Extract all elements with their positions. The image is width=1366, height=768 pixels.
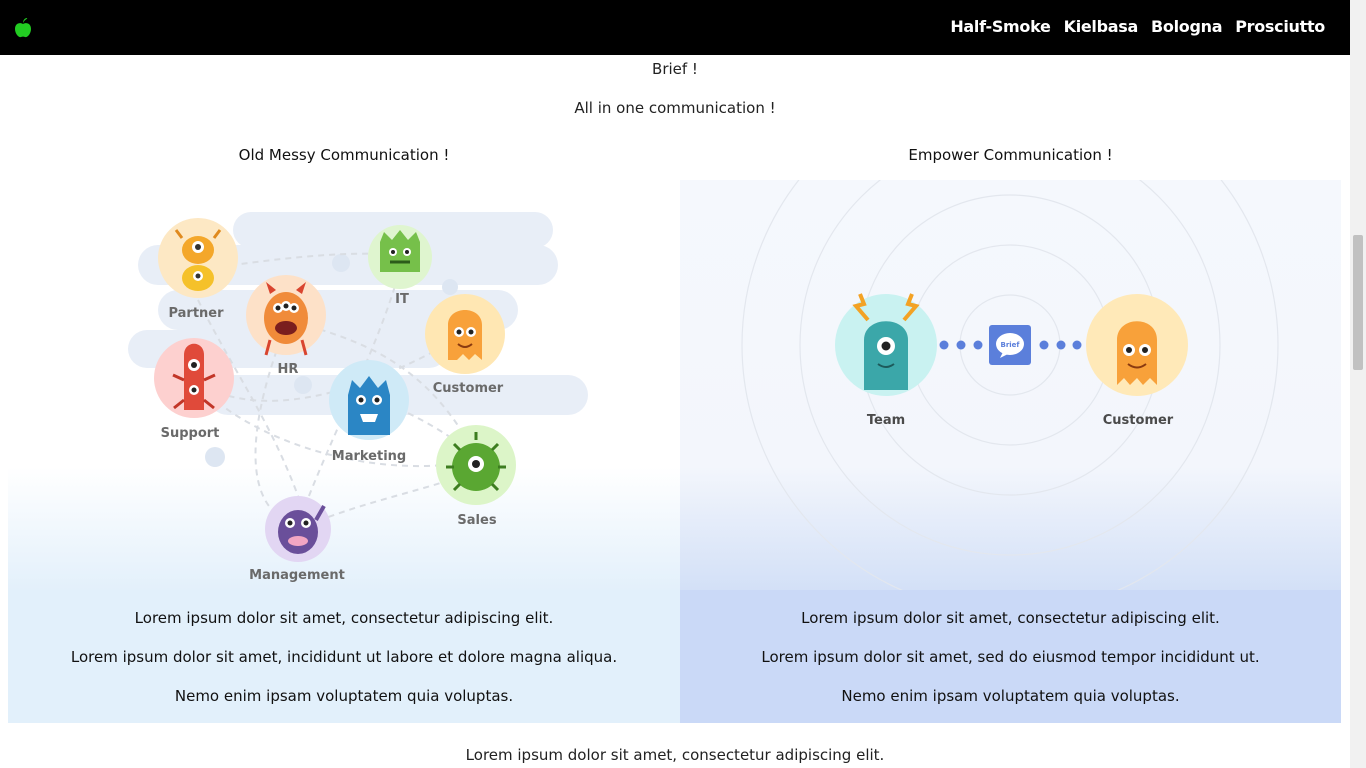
it-avatar — [368, 225, 432, 289]
management-avatar — [265, 496, 331, 562]
left-paragraph-2: Lorem ipsum dolor sit amet, incididunt u… — [70, 648, 618, 666]
concentric-rings — [741, 180, 1279, 590]
label-customer-right: Customer — [1103, 413, 1174, 428]
nav-link-half-smoke[interactable]: Half-Smoke — [950, 17, 1051, 36]
right-text-block: Lorem ipsum dolor sit amet, consectetur … — [680, 590, 1341, 723]
footer-text: Lorem ipsum dolor sit amet, consectetur … — [465, 746, 885, 764]
label-customer-left: Customer — [433, 381, 504, 396]
top-navbar: Half-Smoke Kielbasa Bologna Prosciutto — [0, 0, 1350, 55]
label-support: Support — [161, 426, 220, 441]
right-paragraph-1: Lorem ipsum dolor sit amet, consectetur … — [801, 609, 1220, 627]
hr-avatar — [246, 275, 326, 356]
customer-avatar-right — [1086, 294, 1188, 396]
brief-badge-label: Brief — [1001, 341, 1021, 349]
left-text-block: Lorem ipsum dolor sit amet, consectetur … — [8, 590, 680, 723]
customer-avatar-left — [425, 294, 505, 374]
label-it: IT — [395, 292, 409, 307]
nav-link-kielbasa[interactable]: Kielbasa — [1064, 17, 1139, 36]
nav-links: Half-Smoke Kielbasa Bologna Prosciutto — [950, 17, 1325, 36]
right-column-title: Empower Communication ! — [908, 146, 1113, 164]
brand-title: Brief ! — [652, 60, 698, 78]
scrollbar-thumb[interactable] — [1353, 235, 1363, 370]
support-avatar — [154, 338, 234, 418]
brief-chat-icon: Brief — [989, 325, 1031, 365]
partner-avatar — [158, 218, 238, 298]
messy-communication-illustration: Partner IT HR Customer Support Marketing… — [8, 180, 680, 590]
page-scrollbar[interactable] — [1350, 0, 1366, 768]
label-hr: HR — [278, 362, 299, 377]
main-content: Brief ! All in one communication ! Old M… — [0, 55, 1350, 768]
left-paragraph-1: Lorem ipsum dolor sit amet, consectetur … — [134, 609, 554, 627]
left-paragraph-3: Nemo enim ipsam voluptatem quia voluptas… — [174, 687, 514, 705]
label-team: Team — [867, 413, 905, 428]
label-marketing: Marketing — [332, 449, 406, 464]
sales-avatar — [436, 425, 516, 505]
label-partner: Partner — [168, 306, 224, 321]
marketing-avatar — [329, 360, 409, 440]
empower-communication-illustration: Team Brief Customer — [680, 180, 1341, 590]
right-paragraph-2: Lorem ipsum dolor sit amet, sed do eiusm… — [761, 648, 1260, 666]
tagline: All in one communication ! — [574, 99, 776, 117]
right-paragraph-3: Nemo enim ipsam voluptatem quia voluptas… — [841, 687, 1180, 705]
label-management: Management — [249, 568, 345, 583]
nav-link-bologna[interactable]: Bologna — [1151, 17, 1223, 36]
team-avatar — [835, 293, 937, 396]
label-sales: Sales — [457, 513, 496, 528]
nav-link-prosciutto[interactable]: Prosciutto — [1235, 17, 1325, 36]
left-column-title: Old Messy Communication ! — [238, 146, 450, 164]
apple-icon[interactable] — [14, 18, 32, 38]
